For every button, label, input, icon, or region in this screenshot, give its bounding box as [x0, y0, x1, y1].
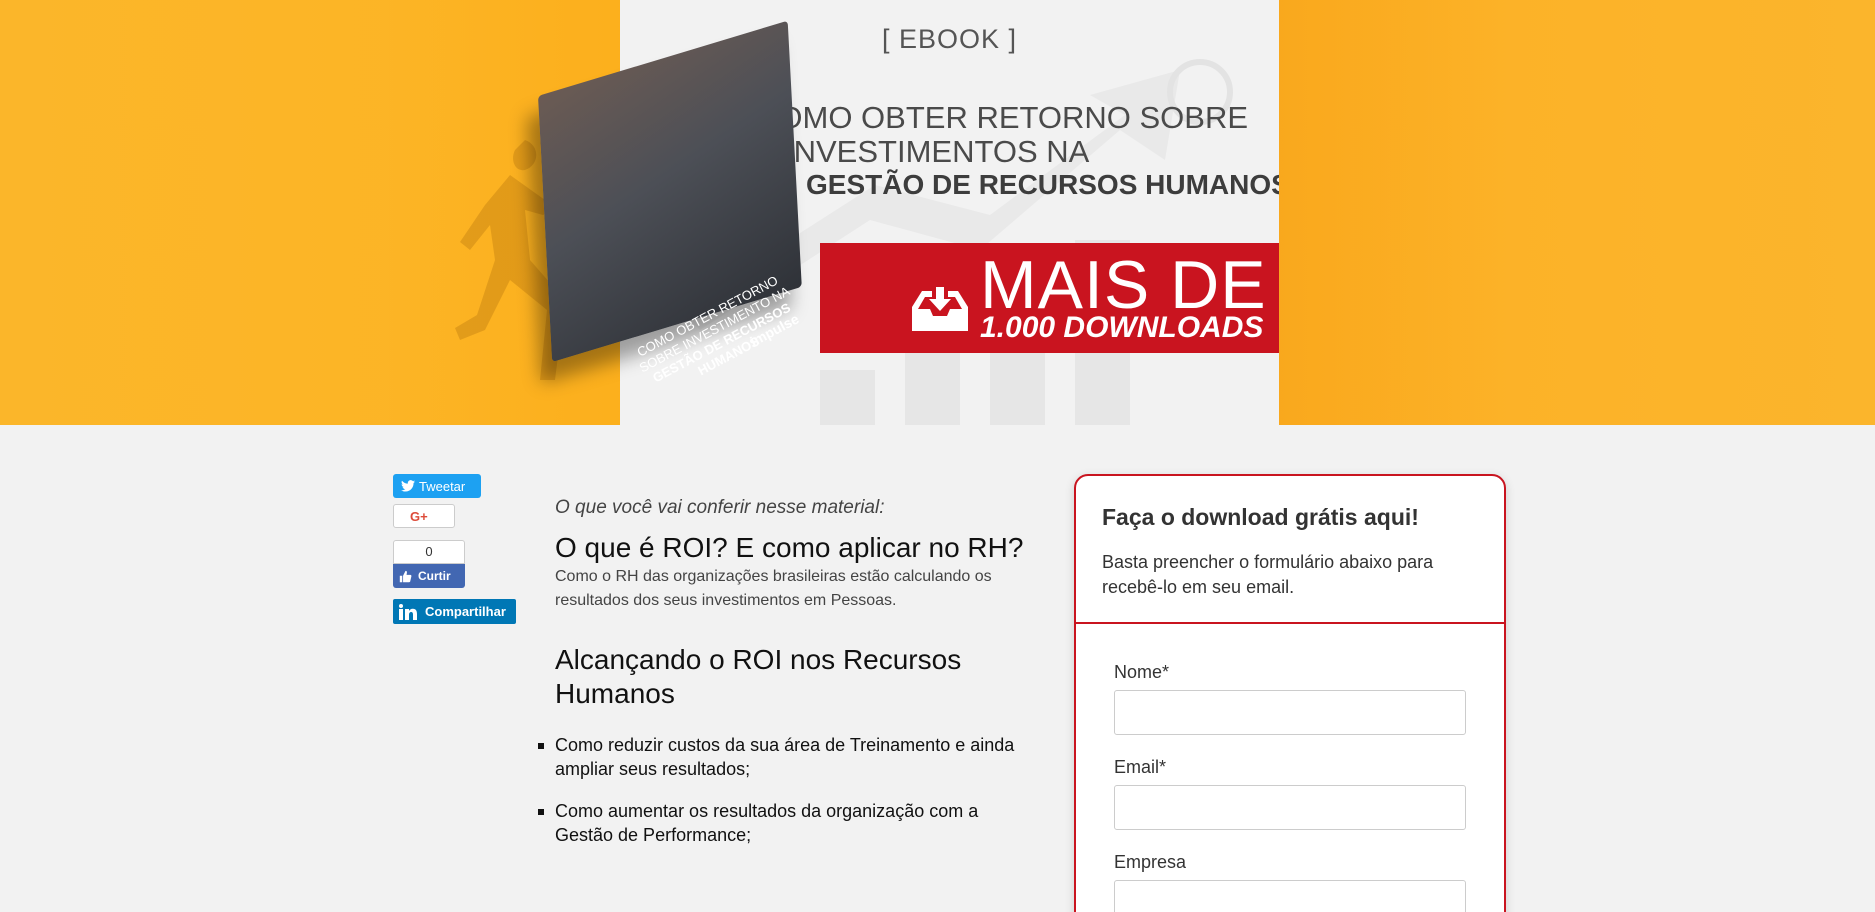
banner-subheadline: 1.000 DOWNLOADS: [980, 311, 1264, 344]
download-form-card: Faça o download grátis aqui! Basta preen…: [1074, 474, 1506, 912]
list-item: Como reduzir custos da sua área de Trein…: [538, 733, 1025, 781]
thumbs-up-icon: [399, 570, 412, 582]
section-text-roi: Como o RH das organizações brasileiras e…: [555, 568, 992, 609]
ebook-content-description: O que você vai conferir nesse material: …: [538, 497, 1025, 865]
section-title-roi: O que é ROI? E como aplicar no RH?: [555, 532, 1024, 563]
facebook-like-count: 0: [393, 540, 465, 564]
ebook-cover-image: COMO OBTER RETORNO SOBRE INVESTIMENTO NA…: [538, 20, 838, 385]
tweet-button[interactable]: Tweetar: [393, 474, 481, 498]
list-item: Como aumentar os resultados da organizaç…: [538, 799, 1025, 847]
form-subtitle: Basta preencher o formulário abaixo para…: [1102, 552, 1434, 597]
form-body: Nome* Email* Empresa: [1076, 624, 1504, 912]
email-field-label: Email*: [1114, 757, 1167, 777]
company-field-label: Empresa: [1114, 852, 1187, 872]
linkedin-icon: [399, 603, 417, 620]
name-field[interactable]: [1114, 690, 1466, 735]
company-field[interactable]: [1114, 880, 1466, 912]
content-intro: O que você vai conferir nesse material:: [555, 497, 885, 518]
linkedin-share-label: Compartilhar: [425, 604, 506, 619]
tweet-button-label: Tweetar: [419, 478, 466, 494]
facebook-like-label: Curtir: [418, 569, 451, 583]
email-field[interactable]: [1114, 785, 1466, 830]
twitter-bird-icon: [401, 480, 415, 492]
linkedin-share-button[interactable]: Compartilhar: [393, 599, 516, 624]
name-field-label: Nome*: [1114, 662, 1170, 682]
google-plus-icon: G+: [410, 508, 428, 524]
hero-banner-section: [ EBOOK ] COMO OBTER RETORNO SOBRE INVES…: [0, 0, 1875, 425]
downloads-banner: MAIS DE 1.000 DOWNLOADS: [820, 243, 1279, 353]
google-plus-button[interactable]: G+: [393, 504, 455, 528]
benefits-list: Como reduzir custos da sua área de Trein…: [538, 733, 1025, 847]
form-header: Faça o download grátis aqui! Basta preen…: [1076, 476, 1504, 624]
form-title: Faça o download grátis aqui!: [1102, 504, 1419, 530]
facebook-like-button[interactable]: Curtir: [393, 564, 465, 588]
section-title-achieving-roi: Alcançando o ROI nos Recursos Humanos: [555, 644, 962, 709]
download-tray-icon: [912, 287, 968, 331]
facebook-like-widget: 0 Curtir: [393, 540, 465, 590]
hero-shade-right: [1279, 0, 1519, 425]
hero-title-line-3: GESTÃO DE RECURSOS HUMANOS: [806, 169, 1279, 200]
